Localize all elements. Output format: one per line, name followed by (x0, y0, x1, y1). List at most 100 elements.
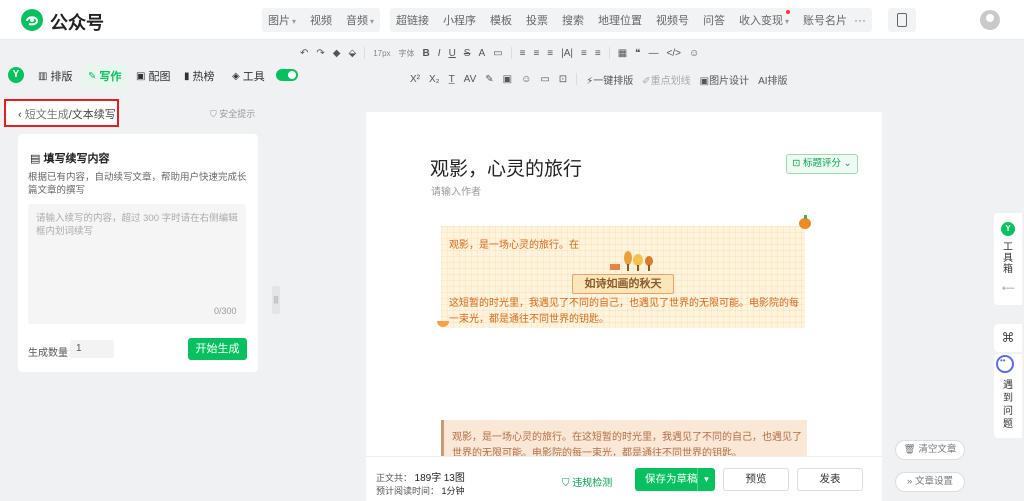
background-color-icon[interactable]: ▭ (493, 48, 502, 59)
format-brush-icon[interactable]: ◆ (333, 48, 341, 59)
line-height-icon[interactable]: ≡ (547, 48, 553, 59)
superscript-icon[interactable]: X² (410, 74, 420, 85)
menu-item-qa[interactable]: 问答 (703, 12, 725, 28)
menu-item-monetize[interactable]: 收入变现 (739, 12, 789, 28)
menu-item-image[interactable]: 图片 (268, 12, 296, 28)
plugin-toggle[interactable] (276, 69, 298, 81)
media-menu: 图片 视频 音频 (262, 8, 381, 32)
ai-layout-button[interactable]: AI排版 (758, 72, 787, 87)
strikethrough-icon[interactable]: S (464, 48, 471, 59)
menu-item-template[interactable]: 模板 (490, 12, 512, 28)
italic-icon[interactable]: I (438, 48, 441, 59)
pen-tool-icon[interactable]: ✎ (485, 74, 493, 85)
phone-icon (897, 13, 907, 27)
breadcrumb-back[interactable]: 短文生成 (25, 109, 69, 121)
ordered-list-icon[interactable]: ≡ (595, 48, 601, 59)
char-count: 189字 (414, 473, 442, 484)
sticker-icon[interactable]: ☺ (521, 74, 531, 85)
menu-item-account-card[interactable]: 账号名片 (803, 12, 853, 28)
panel-description: 根据已有内容，自动续写文章，帮助用户快速完成长篇文章的撰写 (28, 172, 247, 196)
preview-button[interactable]: 预览 (723, 468, 789, 491)
plugin-logo-icon: Y (8, 67, 24, 83)
panel-title-text: 填写续写内容 (43, 153, 110, 165)
insert-image-icon[interactable]: ▣ (503, 74, 512, 85)
orange-icon (799, 215, 811, 229)
menu-item-hyperlink[interactable]: 超链接 (396, 12, 429, 28)
menu-item-channels[interactable]: 视频号 (656, 12, 689, 28)
image-design-button[interactable]: ▣图片设计 (700, 72, 749, 87)
emoji-icon[interactable]: ☺ (689, 48, 699, 59)
menu-item-search[interactable]: 搜索 (562, 12, 584, 28)
start-generate-button[interactable]: 开始生成 (188, 338, 247, 360)
clear-format-icon[interactable]: ⬙ (348, 48, 356, 59)
image-count: 13图 (443, 473, 465, 484)
clear-label: 清空文章 (918, 444, 957, 455)
shield-check-icon: ⛉ (562, 478, 573, 489)
menu-item-vote[interactable]: 投票 (526, 12, 548, 28)
divider (510, 47, 512, 59)
score-label: 标题评分 (802, 158, 841, 169)
menu-item-miniprogram[interactable]: 小程序 (443, 12, 476, 28)
menu-item-video[interactable]: 视频 (310, 12, 332, 28)
title-score-button[interactable]: ⊡ 标题评分 ⌄ (786, 154, 858, 174)
tab-label: 配图 (148, 71, 171, 83)
undo-icon[interactable]: ↶ (300, 48, 308, 59)
back-chevron-icon[interactable]: ‹ (18, 109, 25, 121)
letter-spacing-icon[interactable]: |A| (561, 48, 573, 59)
text-style-icon[interactable]: T̲ (449, 74, 455, 85)
code-icon[interactable]: </> (667, 48, 681, 59)
quantity-input[interactable]: 1 (70, 340, 114, 358)
read-time-value: 1分钟 (441, 486, 465, 496)
compliance-check-button[interactable]: ⛉ 违规检测 (562, 474, 612, 489)
publish-button[interactable]: 发表 (797, 468, 863, 491)
bold-icon[interactable]: B (423, 48, 430, 59)
highlight-line-button[interactable]: ✐重点划线 (642, 72, 690, 87)
quote-icon[interactable]: ❝ (635, 48, 640, 59)
font-color-icon[interactable]: A (478, 48, 485, 59)
tab-layout[interactable]: ▥ 排版 (38, 64, 72, 88)
tab-images[interactable]: ▣ 配图 (136, 64, 170, 88)
more-menu-button[interactable]: ··· (848, 8, 872, 32)
shield-icon: ⛉ (210, 109, 220, 119)
author-input[interactable]: 请输入作者 (431, 183, 481, 198)
tab-write[interactable]: ✎ 写作 (82, 64, 128, 88)
trash-icon: 🗑 (903, 444, 919, 455)
kerning-icon[interactable]: AV (464, 74, 477, 85)
menu-item-location[interactable]: 地理位置 (598, 12, 642, 28)
bookmark-icon: ▮ (184, 70, 190, 82)
indent-icon[interactable]: ≡ (533, 48, 539, 59)
mobile-preview-button[interactable] (888, 8, 916, 32)
layout-icon: ▥ (38, 70, 48, 82)
article-settings-button[interactable]: » 文章设置 (895, 472, 965, 492)
avatar[interactable] (980, 10, 1000, 30)
clear-article-button[interactable]: 🗑 清空文章 (895, 440, 965, 460)
article-title[interactable]: 观影，心灵的旅行 (430, 154, 582, 181)
underline-icon[interactable]: U (449, 48, 456, 59)
html-icon[interactable]: ▭ (540, 74, 549, 85)
safety-tip-link[interactable]: ⛉ 安全提示 (210, 107, 255, 120)
save-template-icon[interactable]: ⊡ (559, 74, 567, 85)
divider (364, 47, 366, 59)
panel-collapse-handle[interactable]: || (272, 286, 280, 314)
tab-tools[interactable]: ◈ 工具 (232, 64, 265, 88)
table-icon[interactable]: ▦ (618, 48, 627, 59)
article-stats: 正文共： 189字 13图 (376, 469, 465, 484)
tab-trending[interactable]: ▮ 热榜 (184, 64, 215, 88)
arrow-left-icon[interactable]: ⟵ (1002, 283, 1015, 294)
grid-icon[interactable]: ⌘ (994, 324, 1022, 352)
subscript-icon[interactable]: X₂ (429, 74, 440, 85)
button-label: 一键排版 (593, 75, 634, 87)
divider-line-icon[interactable]: — (649, 48, 659, 59)
align-icon[interactable]: ≡ (520, 48, 526, 59)
char-counter: 0/300 (214, 306, 237, 316)
breadcrumb[interactable]: ‹ 短文生成/文本续写 (18, 106, 116, 122)
font-family-select[interactable]: 字体 (399, 48, 415, 59)
list-icon[interactable]: ≡ (581, 48, 587, 59)
menu-item-audio[interactable]: 音频 (346, 12, 374, 28)
one-click-layout-button[interactable]: ⚡一键排版 (586, 72, 633, 87)
redo-icon[interactable]: ↷ (316, 48, 324, 59)
check-label: 违规检测 (572, 478, 613, 489)
chevron-down-icon[interactable]: ▼ (697, 468, 715, 491)
font-size-select[interactable]: 17px (373, 49, 390, 58)
toolbox-icon: Y (1001, 222, 1015, 236)
